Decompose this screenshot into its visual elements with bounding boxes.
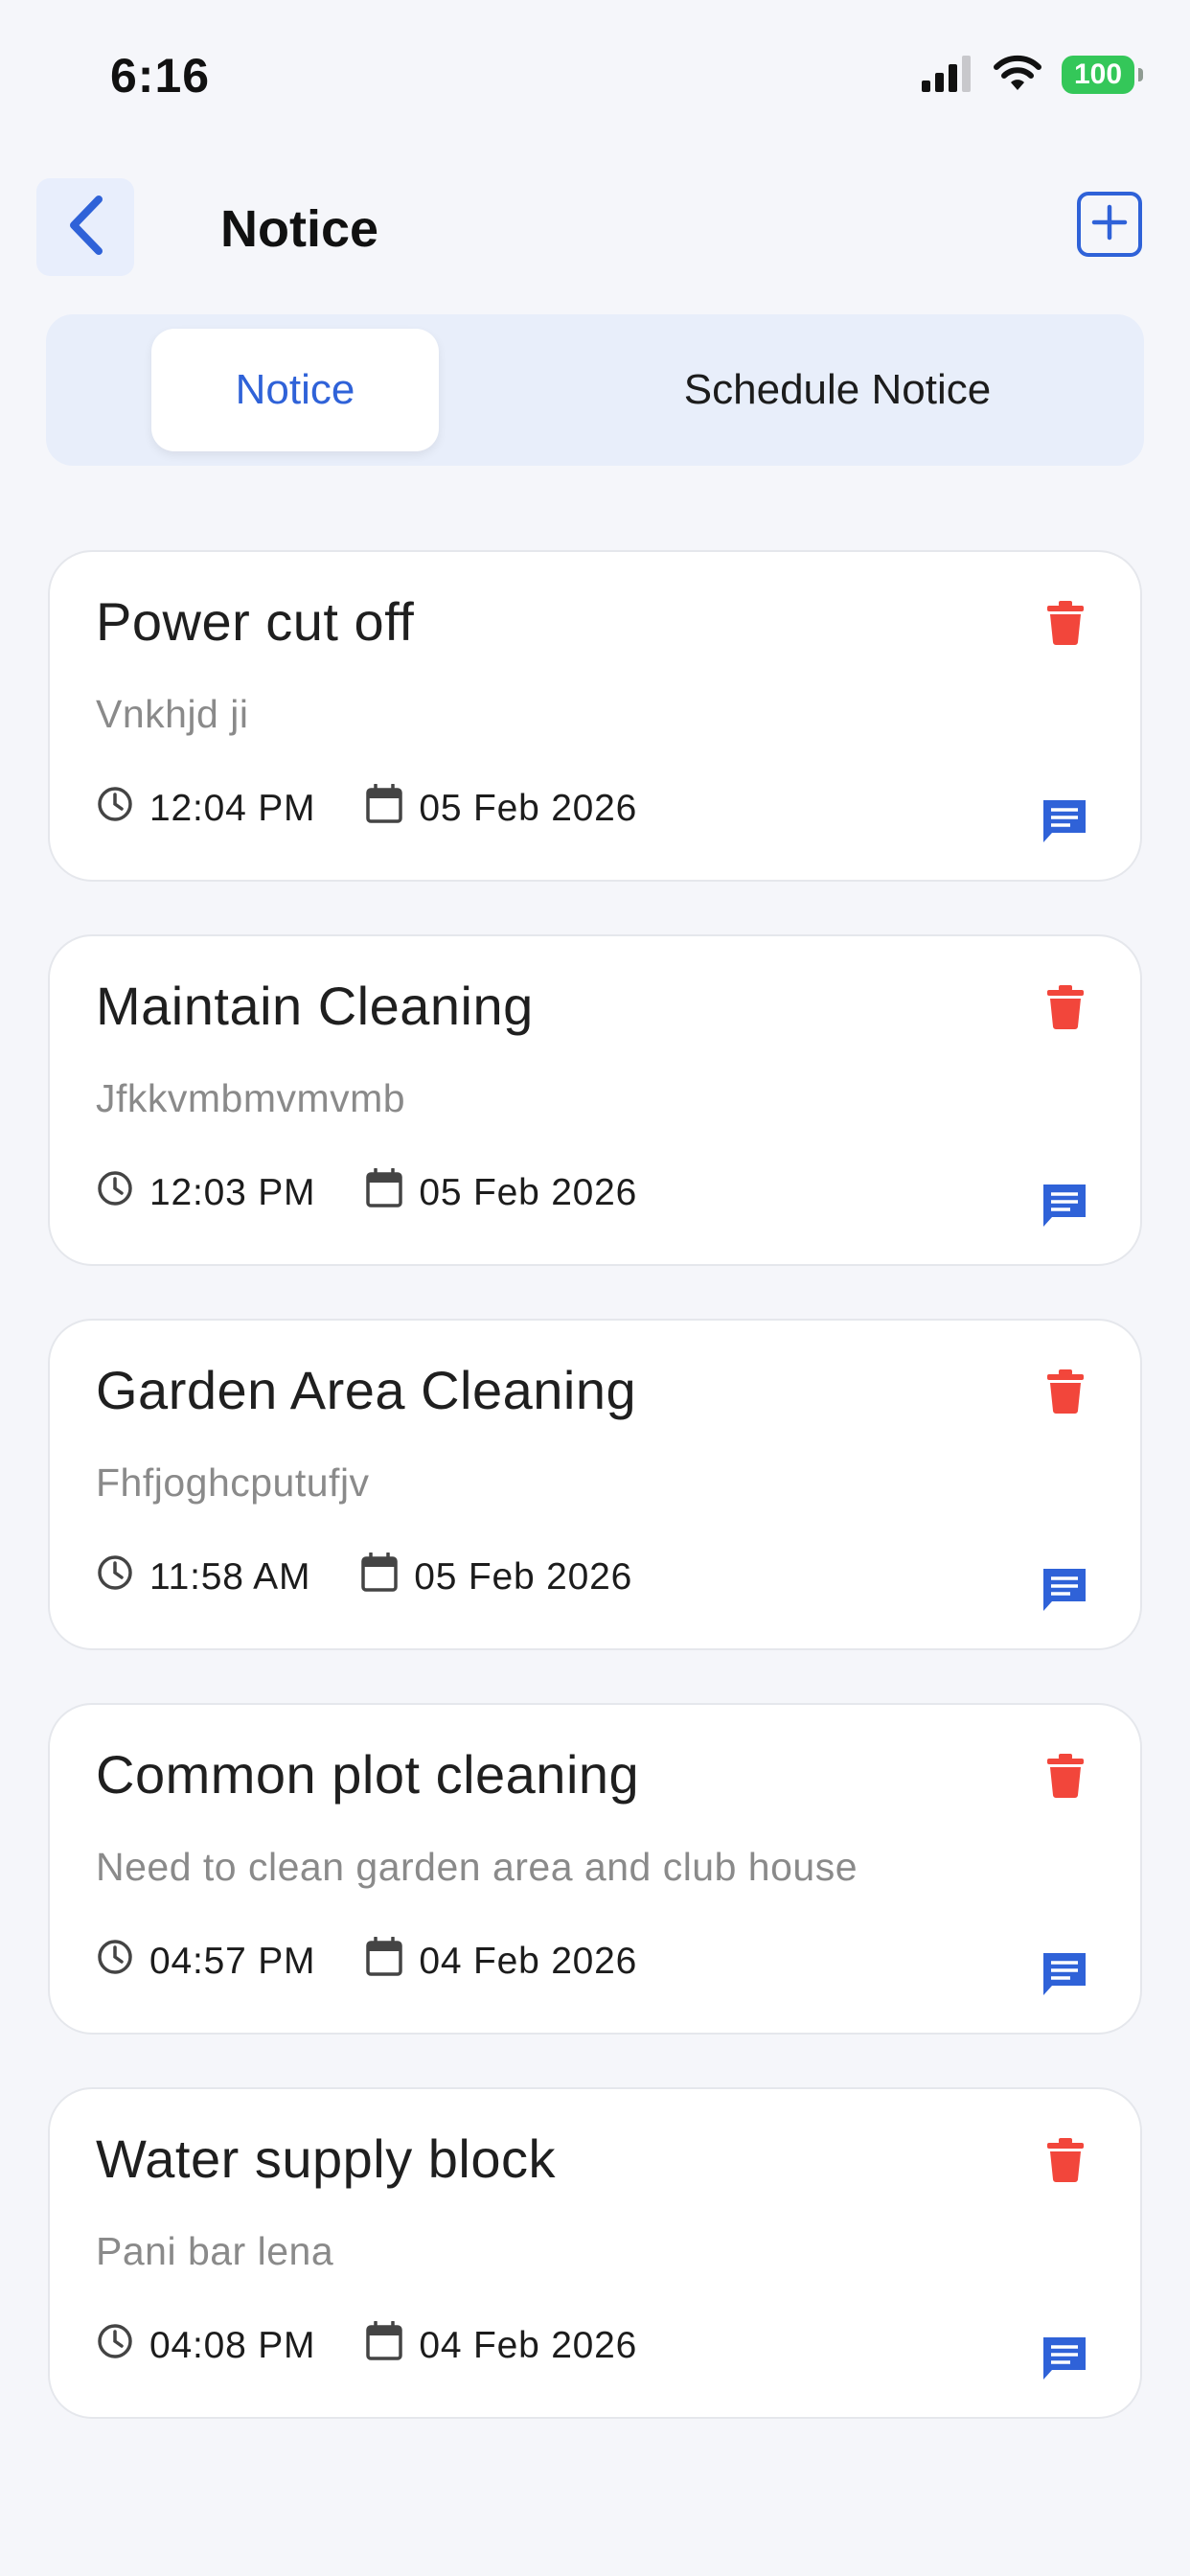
notice-date-text: 05 Feb 2026: [414, 1556, 633, 1598]
notice-date: 05 Feb 2026: [360, 1552, 632, 1602]
notice-time-text: 04:08 PM: [149, 2325, 316, 2366]
chat-icon: [1041, 2334, 1088, 2387]
notice-meta: 04:08 PM 04 Feb 2026: [96, 2319, 687, 2373]
calendar-icon: [360, 1552, 414, 1602]
clock-icon: [96, 2322, 149, 2370]
notice-meta: 04:57 PM 04 Feb 2026: [96, 1935, 687, 1989]
trash-icon: [1047, 2137, 1084, 2187]
tab-bar: Notice Schedule Notice: [46, 314, 1144, 466]
notice-date-text: 04 Feb 2026: [419, 1941, 638, 1982]
notice-date-text: 04 Feb 2026: [419, 2325, 638, 2366]
notice-title: Garden Area Cleaning: [96, 1360, 637, 1420]
notice-meta: 11:58 AM 05 Feb 2026: [96, 1551, 682, 1604]
notice-card[interactable]: Common plot cleaning Need to clean garde…: [48, 1703, 1142, 2035]
notice-title: Power cut off: [96, 591, 415, 652]
plus-icon: [1090, 203, 1129, 246]
tab-schedule-notice[interactable]: Schedule Notice: [535, 329, 1140, 451]
notice-description: Jfkkvmbmvmvmb: [96, 1076, 406, 1120]
comment-button[interactable]: [1037, 1948, 1092, 2004]
status-icons: 100: [922, 54, 1143, 97]
wifi-icon: [993, 54, 1042, 97]
comment-button[interactable]: [1037, 1564, 1092, 1620]
comment-button[interactable]: [1037, 2333, 1092, 2388]
notice-title: Maintain Cleaning: [96, 976, 534, 1036]
cellular-signal-icon: [922, 54, 973, 97]
delete-button[interactable]: [1041, 1753, 1090, 1803]
header: Notice: [0, 172, 1190, 278]
trash-icon: [1047, 984, 1084, 1034]
notice-time: 12:04 PM: [96, 785, 315, 833]
notice-date: 04 Feb 2026: [365, 1936, 638, 1987]
delete-button[interactable]: [1041, 984, 1090, 1034]
chevron-left-icon: [64, 194, 106, 262]
chat-icon: [1041, 797, 1088, 850]
notice-meta: 12:03 PM 05 Feb 2026: [96, 1166, 687, 1220]
notice-card[interactable]: Water supply block Pani bar lena 04:08 P…: [48, 2087, 1142, 2419]
notice-date-text: 05 Feb 2026: [419, 1172, 638, 1213]
notice-description: Need to clean garden area and club house: [96, 1845, 858, 1889]
calendar-icon: [365, 783, 419, 834]
trash-icon: [1047, 1753, 1084, 1803]
add-notice-button[interactable]: [1077, 192, 1142, 257]
notice-date: 05 Feb 2026: [365, 783, 638, 834]
calendar-icon: [365, 1936, 419, 1987]
back-button[interactable]: [36, 178, 134, 276]
notice-time: 12:03 PM: [96, 1169, 315, 1217]
clock-icon: [96, 785, 149, 833]
notice-date: 04 Feb 2026: [365, 2320, 638, 2371]
notice-meta: 12:04 PM 05 Feb 2026: [96, 782, 687, 836]
notice-card[interactable]: Garden Area Cleaning Fhfjoghcputufjv 11:…: [48, 1319, 1142, 1650]
chat-icon: [1041, 1182, 1088, 1234]
status-time: 6:16: [110, 49, 211, 103]
notice-title: Water supply block: [96, 2128, 556, 2189]
clock-icon: [96, 1938, 149, 1986]
chat-icon: [1041, 1950, 1088, 2003]
notice-date: 05 Feb 2026: [365, 1167, 638, 1218]
delete-button[interactable]: [1041, 1368, 1090, 1418]
notice-date-text: 05 Feb 2026: [419, 788, 638, 829]
calendar-icon: [365, 1167, 419, 1218]
trash-icon: [1047, 1368, 1084, 1418]
page-title: Notice: [220, 200, 379, 258]
tab-notice[interactable]: Notice: [151, 329, 439, 451]
notice-card[interactable]: Maintain Cleaning Jfkkvmbmvmvmb 12:03 PM…: [48, 934, 1142, 1266]
notice-time-text: 04:57 PM: [149, 1941, 316, 1982]
notice-time: 11:58 AM: [96, 1553, 310, 1601]
battery-level: 100: [1073, 58, 1123, 90]
clock-icon: [96, 1553, 149, 1601]
comment-button[interactable]: [1037, 1180, 1092, 1235]
chat-icon: [1041, 1566, 1088, 1619]
notice-time-text: 12:03 PM: [149, 1172, 316, 1213]
notice-time: 04:57 PM: [96, 1938, 315, 1986]
notice-description: Fhfjoghcputufjv: [96, 1460, 370, 1505]
notice-description: Vnkhjd ji: [96, 692, 249, 736]
trash-icon: [1047, 600, 1084, 650]
notice-list: Power cut off Vnkhjd ji 12:04 PM 05 Feb …: [48, 550, 1142, 2472]
notice-time: 04:08 PM: [96, 2322, 315, 2370]
notice-time-text: 11:58 AM: [149, 1556, 311, 1598]
calendar-icon: [365, 2320, 419, 2371]
battery-indicator: 100: [1062, 56, 1143, 94]
delete-button[interactable]: [1041, 600, 1090, 650]
notice-description: Pani bar lena: [96, 2229, 334, 2273]
comment-button[interactable]: [1037, 795, 1092, 851]
notice-time-text: 12:04 PM: [149, 788, 316, 829]
notice-title: Common plot cleaning: [96, 1744, 640, 1805]
status-bar: 6:16 100: [0, 0, 1190, 150]
delete-button[interactable]: [1041, 2137, 1090, 2187]
notice-card[interactable]: Power cut off Vnkhjd ji 12:04 PM 05 Feb …: [48, 550, 1142, 882]
clock-icon: [96, 1169, 149, 1217]
